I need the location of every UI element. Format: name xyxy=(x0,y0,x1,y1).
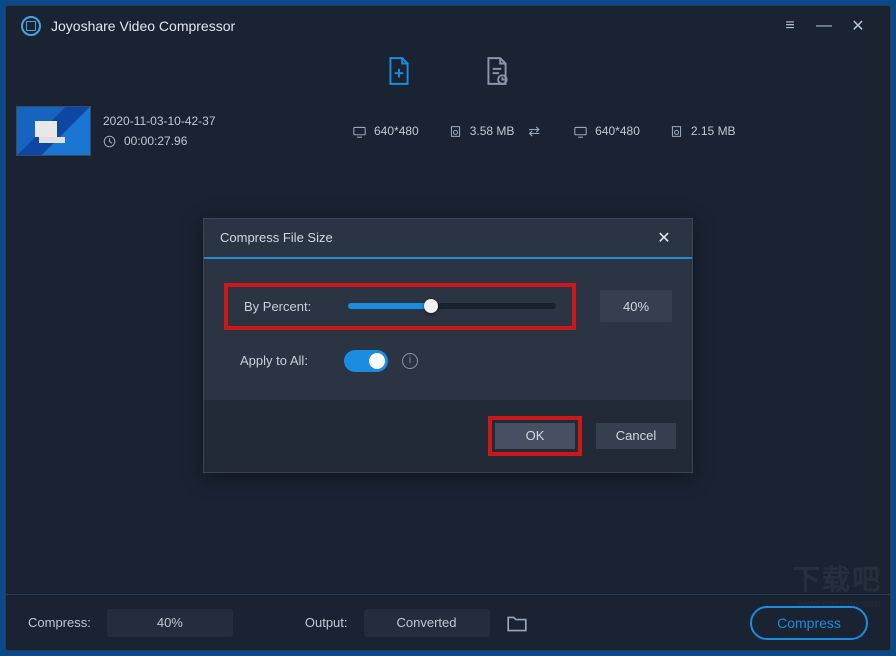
dialog-overlay: Compress File Size ✕ By Percent: 4 xyxy=(6,96,890,594)
content-area: 2020-11-03-10-42-37 00:00:27.96 640*480 … xyxy=(6,96,890,594)
apply-all-label: Apply to All: xyxy=(240,353,330,368)
output-value-field[interactable]: Converted xyxy=(364,609,490,637)
slider-thumb[interactable] xyxy=(424,299,438,313)
percent-highlight: By Percent: xyxy=(224,283,576,330)
app-title: Joyoshare Video Compressor xyxy=(51,18,235,34)
info-icon[interactable]: i xyxy=(402,353,418,369)
close-button[interactable]: ✕ xyxy=(841,10,875,42)
dialog-close-icon[interactable]: ✕ xyxy=(652,226,676,250)
compress-value-field[interactable]: 40% xyxy=(107,609,233,637)
titlebar: Joyoshare Video Compressor ≡ — ✕ xyxy=(6,6,890,46)
compress-dialog: Compress File Size ✕ By Percent: 4 xyxy=(203,218,693,473)
top-toolbar xyxy=(6,46,890,96)
compress-button[interactable]: Compress xyxy=(750,606,868,640)
bottom-bar: Compress: 40% Output: Converted Compress xyxy=(6,594,890,650)
app-logo-icon xyxy=(21,16,41,36)
dialog-title: Compress File Size xyxy=(220,230,333,245)
menu-button[interactable]: ≡ xyxy=(773,10,807,42)
task-list-icon[interactable] xyxy=(483,57,511,85)
output-label: Output: xyxy=(305,615,348,630)
apply-all-toggle[interactable] xyxy=(344,350,388,372)
cancel-button[interactable]: Cancel xyxy=(596,423,676,449)
minimize-button[interactable]: — xyxy=(807,10,841,42)
ok-highlight: OK xyxy=(488,416,582,456)
dialog-header: Compress File Size ✕ xyxy=(204,219,692,259)
ok-button[interactable]: OK xyxy=(495,423,575,449)
compress-label: Compress: xyxy=(28,615,91,630)
open-folder-icon[interactable] xyxy=(506,612,528,634)
add-file-icon[interactable] xyxy=(385,57,413,85)
percent-slider[interactable] xyxy=(348,303,556,309)
percent-label: By Percent: xyxy=(244,299,334,314)
app-window: Joyoshare Video Compressor ≡ — ✕ 2020-11… xyxy=(5,5,891,651)
percent-value[interactable]: 40% xyxy=(600,290,672,322)
dialog-footer: OK Cancel xyxy=(204,400,692,472)
